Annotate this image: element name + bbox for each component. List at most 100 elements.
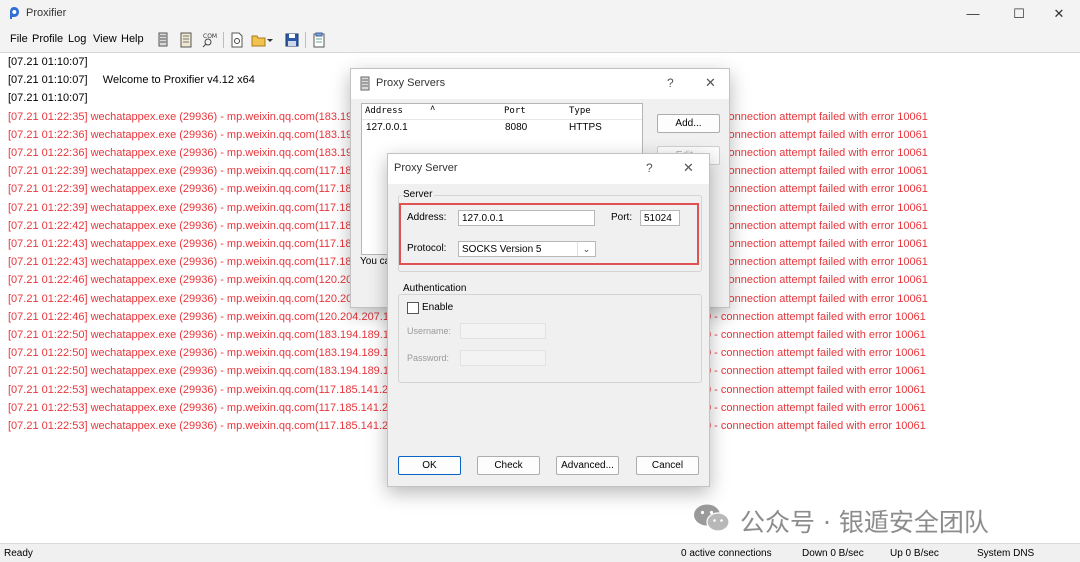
new-profile-icon[interactable] <box>228 31 246 49</box>
menu-help[interactable]: Help <box>121 33 144 45</box>
log-line-error: [07.21 01:22:46] wechatappex.exe (29936)… <box>8 274 353 287</box>
log-line-error-message: 0 - connection attempt failed with error… <box>705 329 926 341</box>
log-line: [07.21 01:10:07] <box>8 56 88 68</box>
chevron-down-icon[interactable] <box>265 31 275 49</box>
log-line-error: [07.21 01:22:53] wechatappex.exe (29936)… <box>8 383 389 396</box>
status-connections: 0 active connections <box>681 548 772 559</box>
log-line-error-message: 0 - connection attempt failed with error… <box>705 420 926 432</box>
close-button[interactable]: ✕ <box>683 160 694 176</box>
password-input[interactable] <box>460 350 546 366</box>
wechat-logo-icon <box>694 504 730 532</box>
add-button[interactable]: Add... <box>657 114 720 133</box>
log-line-error-message: connection attempt failed with error 100… <box>723 183 928 196</box>
advanced-button[interactable]: Advanced... <box>556 456 619 475</box>
menu-profile[interactable]: Profile <box>32 33 63 45</box>
username-label: Username: <box>407 326 452 336</box>
ok-button[interactable]: OK <box>398 456 461 475</box>
sort-ascending-icon: ˄ <box>430 103 436 113</box>
close-button[interactable]: ✕ <box>705 75 716 91</box>
log-line-error: [07.21 01:22:46] wechatappex.exe (29936)… <box>8 292 353 305</box>
save-profile-icon[interactable] <box>283 31 301 49</box>
log-line-error-message: connection attempt failed with error 100… <box>723 110 928 123</box>
menu-log[interactable]: Log <box>68 33 86 45</box>
log-line-error: [07.21 01:22:46] wechatappex.exe (29936)… <box>8 310 389 323</box>
log-line-error: [07.21 01:22:53] wechatappex.exe (29936)… <box>8 420 389 432</box>
proxy-servers-title: Proxy Servers <box>376 77 446 89</box>
log-line-error-message: 0 - connection attempt failed with error… <box>705 310 926 323</box>
log-line-error-message: 0 - connection attempt failed with error… <box>705 383 926 396</box>
proxy-servers-title-bar: Proxy Servers ? ✕ <box>351 69 729 99</box>
proxy-server-title: Proxy Server <box>394 162 458 174</box>
log-line-error: [07.21 01:22:39] wechatappex.exe (29936)… <box>8 201 352 214</box>
log-line-error-message: connection attempt failed with error 100… <box>723 256 928 269</box>
log-line-error-message: 0 - connection attempt failed with error… <box>705 347 926 360</box>
name-resolution-icon[interactable]: COM <box>200 31 218 49</box>
row-address: 127.0.0.1 <box>366 122 408 133</box>
status-download-rate: Down 0 B/sec <box>802 548 864 559</box>
log-line-error: [07.21 01:22:39] wechatappex.exe (29936)… <box>8 165 352 178</box>
row-port: 8080 <box>505 122 528 133</box>
log-line-error-message: connection attempt failed with error 100… <box>723 201 928 214</box>
status-dns: System DNS <box>977 548 1035 559</box>
enable-label: Enable <box>422 302 454 313</box>
server-group-label: Server <box>401 189 435 200</box>
title-bar: Proxifier — ☐ ✕ <box>0 0 1080 27</box>
log-line-error: [07.21 01:22:50] wechatappex.exe (29936)… <box>8 347 389 360</box>
log-line-error: [07.21 01:22:36] wechatappex.exe (29936)… <box>8 128 353 141</box>
column-header-port[interactable]: Port <box>504 106 526 116</box>
proxification-rules-icon[interactable] <box>177 31 195 49</box>
status-upload-rate: Up 0 B/sec <box>890 548 939 559</box>
row-type: HTTPS <box>569 122 602 133</box>
minimize-button[interactable]: — <box>950 0 996 27</box>
proxy-servers-icon <box>360 76 370 91</box>
log-line-error-message: connection attempt failed with error 100… <box>723 128 928 141</box>
log-line-error-message: connection attempt failed with error 100… <box>723 147 928 159</box>
proxy-servers-icon[interactable] <box>154 31 172 49</box>
menu-bar: File Profile Log View Help COM <box>0 27 1080 53</box>
cancel-button[interactable]: Cancel <box>636 456 699 475</box>
header-divider <box>362 119 642 120</box>
enable-checkbox[interactable] <box>407 302 419 314</box>
proxifier-logo-icon <box>10 7 19 19</box>
log-line: [07.21 01:10:07] <box>8 92 88 105</box>
column-header-address[interactable]: Address <box>365 106 403 116</box>
log-line-error-message: connection attempt failed with error 100… <box>723 292 928 305</box>
menu-view[interactable]: View <box>93 33 117 45</box>
help-button[interactable]: ? <box>667 76 674 90</box>
highlight-box <box>399 203 699 265</box>
menu-file[interactable]: File <box>10 33 28 45</box>
proxy-servers-note: You ca <box>360 256 391 267</box>
log-line-error-message: 0 - connection attempt failed with error… <box>705 401 926 414</box>
log-line-error-message: connection attempt failed with error 100… <box>723 274 928 287</box>
close-button[interactable]: ✕ <box>1036 0 1080 27</box>
username-input[interactable] <box>460 323 546 339</box>
clipboard-icon[interactable] <box>310 31 328 49</box>
proxy-server-title-bar: Proxy Server ? ✕ <box>388 154 709 184</box>
window-title: Proxifier <box>26 7 67 19</box>
help-button[interactable]: ? <box>646 161 653 175</box>
log-line-error: [07.21 01:22:43] wechatappex.exe (29936)… <box>8 238 352 250</box>
log-line-error-message: connection attempt failed with error 100… <box>723 238 928 250</box>
status-ready: Ready <box>4 548 33 559</box>
table-row[interactable]: 127.0.0.1 8080 HTTPS <box>362 121 642 135</box>
log-line-error: [07.21 01:22:42] wechatappex.exe (29936)… <box>8 219 352 232</box>
log-line-error: [07.21 01:22:43] wechatappex.exe (29936)… <box>8 256 352 269</box>
toolbar-separator <box>305 32 306 48</box>
password-label: Password: <box>407 353 450 363</box>
watermark-text: 公众号 · 银遁安全团队 <box>740 508 989 537</box>
log-line-error: [07.21 01:22:50] wechatappex.exe (29936)… <box>8 329 389 341</box>
svg-text:COM: COM <box>203 33 217 40</box>
log-line-error-message: 0 - connection attempt failed with error… <box>705 365 926 378</box>
watermark: 公众号 · 银遁安全团队 <box>692 500 1052 537</box>
log-line-error-message: connection attempt failed with error 100… <box>723 219 928 232</box>
log-line-error: [07.21 01:22:53] wechatappex.exe (29936)… <box>8 401 389 414</box>
column-header-type[interactable]: Type <box>569 106 591 116</box>
log-line-error-message: connection attempt failed with error 100… <box>723 165 928 178</box>
log-line-error: [07.21 01:22:35] wechatappex.exe (29936)… <box>8 110 353 123</box>
check-button[interactable]: Check <box>477 456 540 475</box>
toolbar-separator <box>223 32 224 48</box>
log-line-error: [07.21 01:22:36] wechatappex.exe (29936)… <box>8 147 353 159</box>
authentication-group-label: Authentication <box>401 283 469 294</box>
proxy-server-dialog: Proxy Server ? ✕ Server Address: 127.0.0… <box>387 153 710 487</box>
log-line: [07.21 01:10:07] Welcome to Proxifier v4… <box>8 74 255 87</box>
